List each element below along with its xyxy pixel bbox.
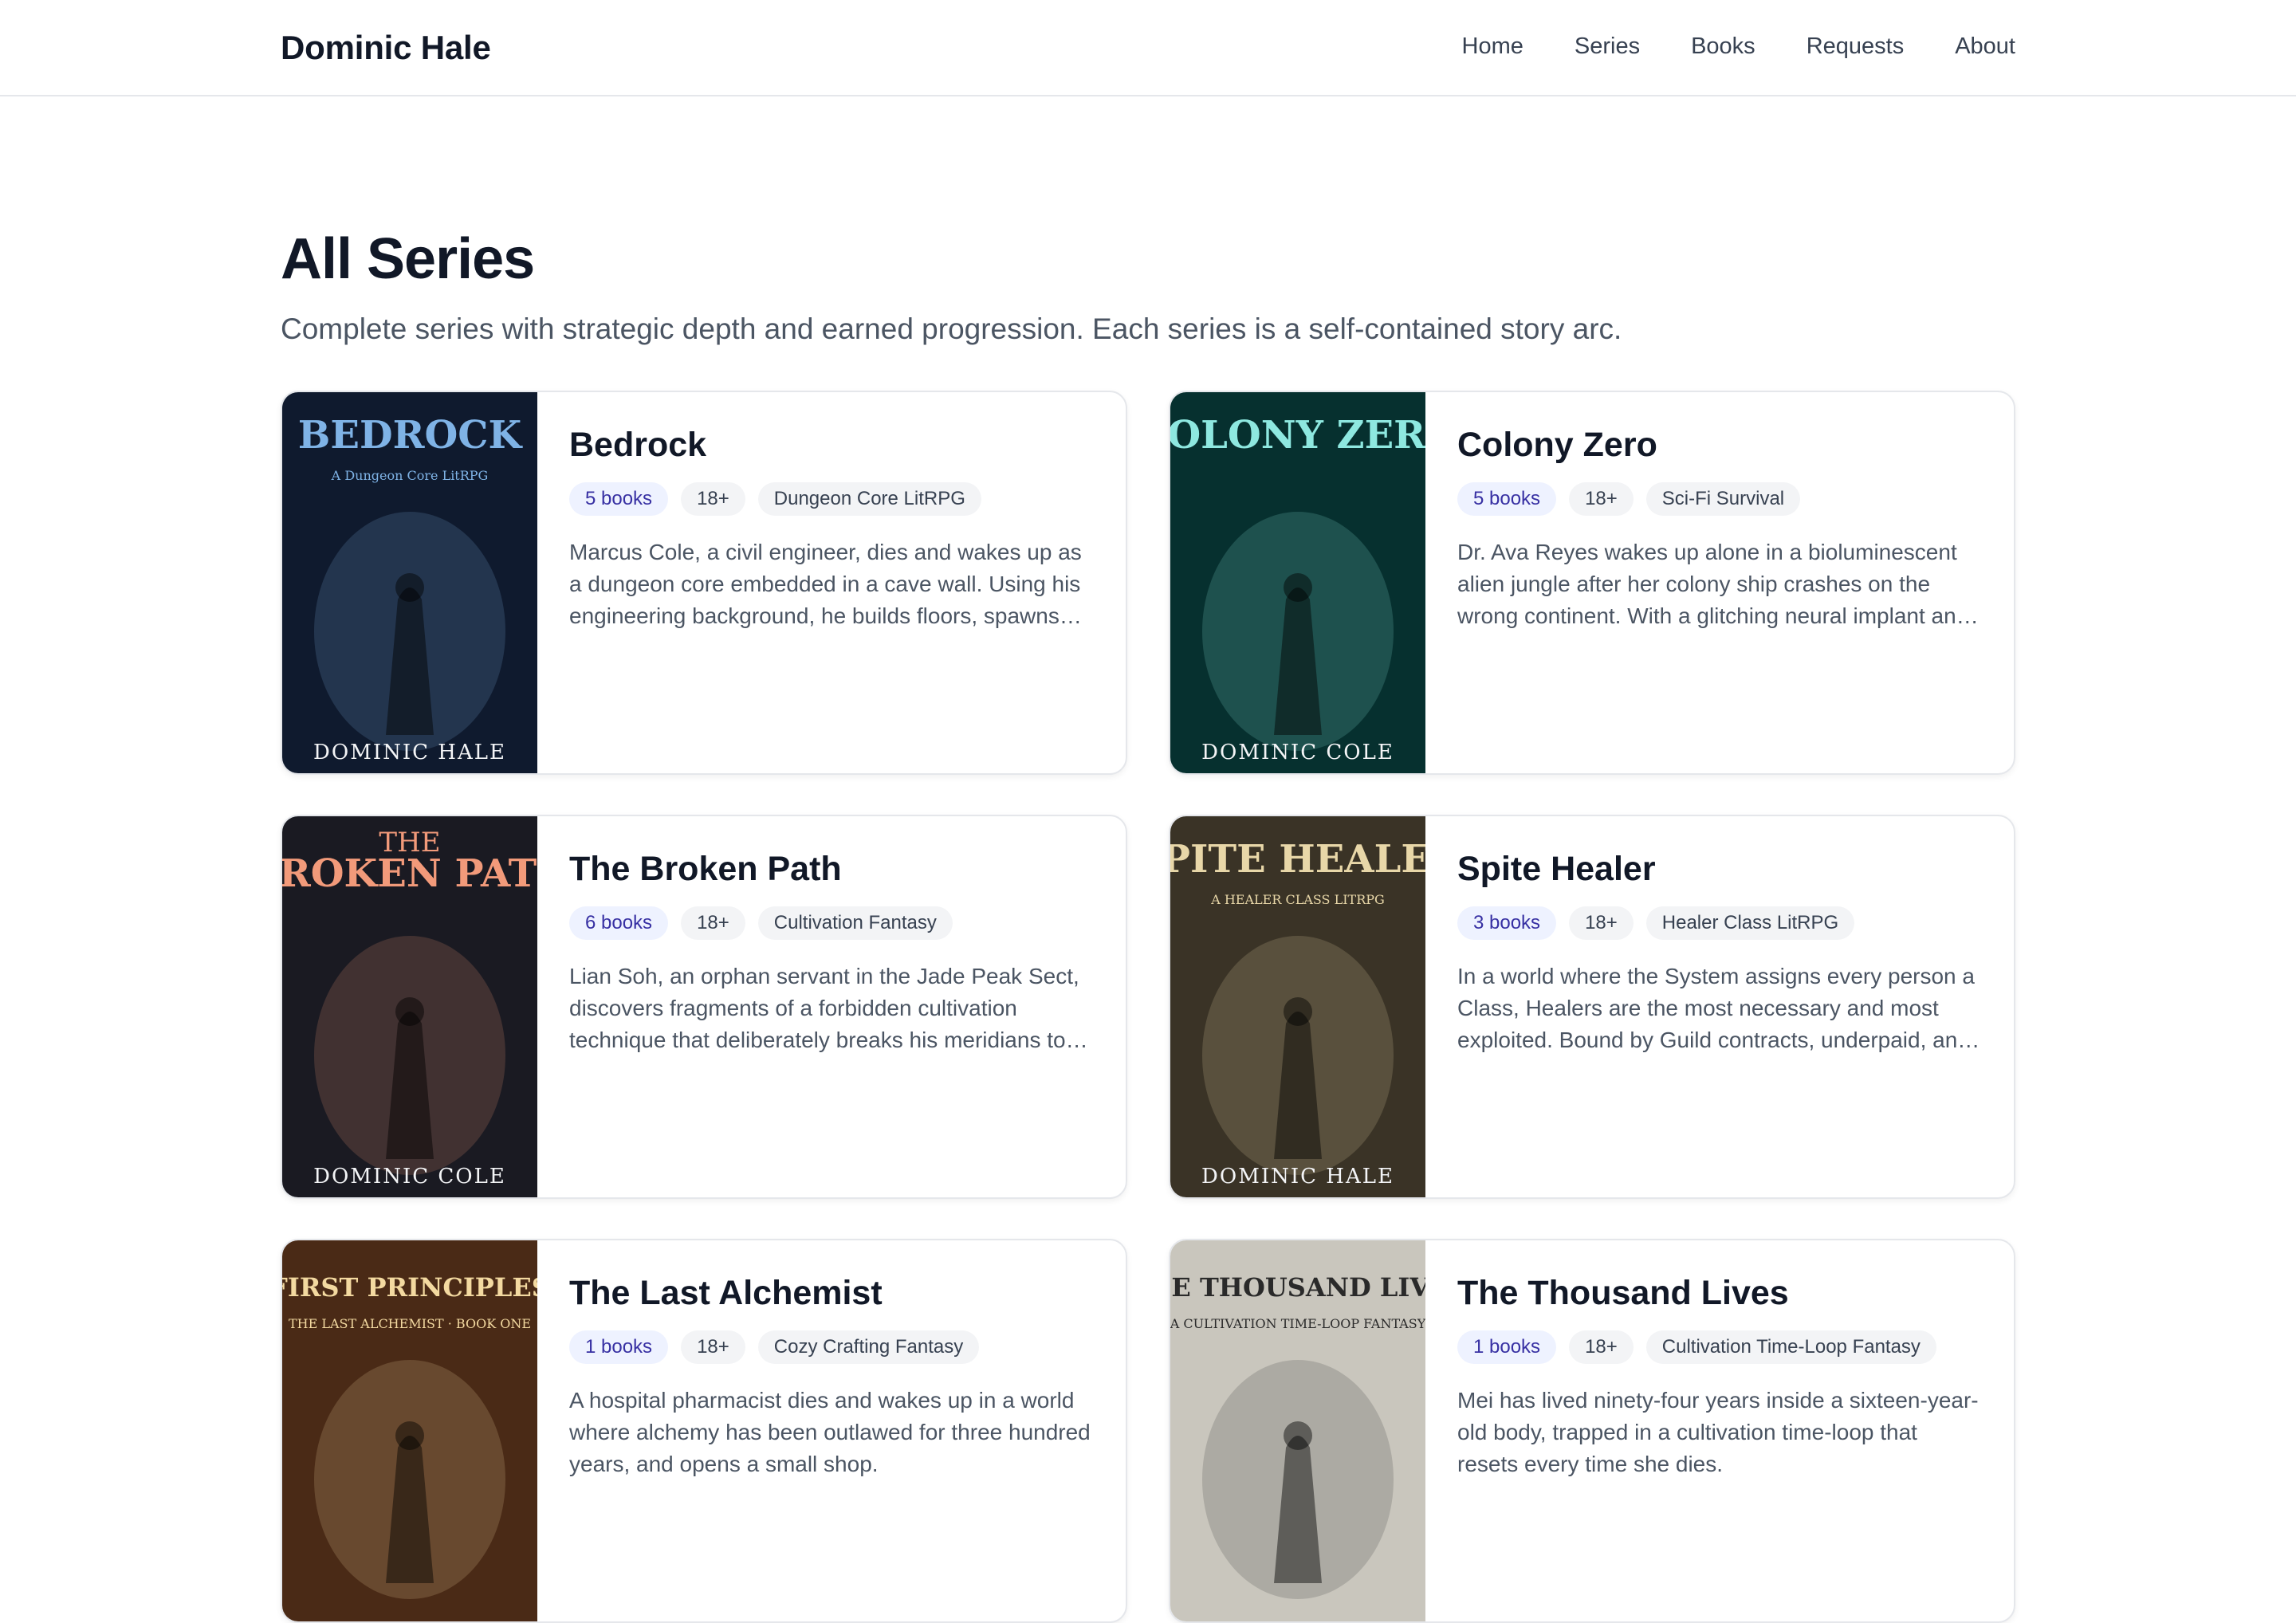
cover-subtitle: THE LAST ALCHEMIST · BOOK ONE — [289, 1316, 531, 1331]
series-card[interactable]: THEBROKEN PATHDOMINIC COLE The Broken Pa… — [281, 815, 1127, 1199]
genre-badge: Dungeon Core LitRPG — [757, 482, 981, 516]
series-grid: A Dungeon Core LitRPG BEDROCK DOMINIC HALE… — [281, 391, 2015, 1623]
nav-books[interactable]: Books — [1691, 33, 1755, 60]
cover-art: A Dungeon Core LitRPG BEDROCK DOMINIC HALE — [282, 392, 537, 773]
series-description: A hospital pharmacist dies and wakes up … — [569, 1388, 1091, 1476]
nav-requests[interactable]: Requests — [1807, 33, 1905, 60]
series-description: Mei has lived ninety-four years inside a… — [1457, 1388, 1979, 1476]
series-tags: 1 books 18+ Cozy Crafting Fantasy — [569, 1330, 1094, 1364]
nav-home[interactable]: Home — [1462, 33, 1523, 60]
series-cover: A HEALER CLASS LITRPG SPITE HEALER DOMINIC… — [1170, 816, 1425, 1197]
genre-badge: Cozy Crafting Fantasy — [757, 1330, 980, 1364]
series-card[interactable]: A Dungeon Core LitRPG BEDROCK DOMINIC HALE… — [281, 391, 1127, 775]
series-card-body: Spite Healer 3 books 18+ Healer Class Li… — [1425, 816, 2014, 1197]
cover-art: THEBROKEN PATHDOMINIC COLE — [282, 816, 537, 1197]
series-card[interactable]: THE LAST ALCHEMIST · BOOK ONE FIRST PRINC… — [281, 1239, 1127, 1623]
cover-figure-head — [1284, 1421, 1312, 1450]
site-header: Dominic Hale Home Series Books Requests … — [0, 0, 2296, 96]
nav-series[interactable]: Series — [1575, 33, 1640, 60]
series-title[interactable]: The Last Alchemist — [569, 1274, 1094, 1313]
book-count-badge: 5 books — [569, 482, 669, 516]
series-card[interactable]: A CULTIVATION TIME-LOOP FANTASY THE THOUS… — [1169, 1239, 2015, 1623]
age-rating-badge: 18+ — [681, 906, 745, 940]
cover-title: FIRST PRINCIPLES — [282, 1272, 537, 1303]
cover-art: THE LAST ALCHEMIST · BOOK ONE FIRST PRINC… — [282, 1240, 537, 1621]
age-rating-badge: 18+ — [1569, 1330, 1634, 1364]
cover-art: A HEALER CLASS LITRPG SPITE HEALER DOMINIC… — [1170, 816, 1425, 1197]
site-brand[interactable]: Dominic Hale — [281, 29, 491, 67]
series-title[interactable]: The Broken Path — [569, 850, 1094, 889]
genre-badge: Healer Class LitRPG — [1645, 906, 1855, 940]
book-count-badge: 6 books — [569, 906, 669, 940]
series-tags: 6 books 18+ Cultivation Fantasy — [569, 906, 1094, 940]
cover-art: A CULTIVATION TIME-LOOP FANTASY THE THOUS… — [1170, 1240, 1425, 1621]
series-description: Marcus Cole, a civil engineer, dies and … — [569, 540, 1082, 628]
series-card[interactable]: COLONY ZERO DOMINIC COLE Colony Zero 5 bo… — [1169, 391, 2015, 775]
series-card-body: The Last Alchemist 1 books 18+ Cozy Craf… — [537, 1240, 1126, 1621]
series-title[interactable]: The Thousand Lives — [1457, 1274, 1982, 1313]
book-count-badge: 1 books — [569, 1330, 669, 1364]
page-subtitle: Complete series with strategic depth and… — [281, 312, 1622, 345]
series-title[interactable]: Colony Zero — [1457, 426, 1982, 465]
cover-figure-head — [395, 1421, 424, 1450]
cover-subtitle: A HEALER CLASS LITRPG — [1210, 892, 1385, 907]
book-count-badge: 3 books — [1457, 906, 1557, 940]
series-title[interactable]: Spite Healer — [1457, 850, 1982, 889]
age-rating-badge: 18+ — [681, 482, 745, 516]
age-rating-badge: 18+ — [681, 1330, 745, 1364]
nav-about[interactable]: About — [1955, 33, 2015, 60]
series-tags: 1 books 18+ Cultivation Time-Loop Fantas… — [1457, 1330, 1982, 1364]
cover-title: BROKEN PATH — [282, 851, 537, 896]
series-card[interactable]: A HEALER CLASS LITRPG SPITE HEALER DOMINIC… — [1169, 815, 2015, 1199]
cover-title: BEDROCK — [298, 413, 524, 458]
cover-title: THE THOUSAND LIVES — [1170, 1272, 1425, 1303]
page-title: All Series — [281, 227, 535, 291]
cover-subtitle: A CULTIVATION TIME-LOOP FANTASY — [1170, 1316, 1425, 1331]
age-rating-badge: 18+ — [1569, 906, 1634, 940]
series-card-body: The Broken Path 6 books 18+ Cultivation … — [537, 816, 1126, 1197]
cover-author: DOMINIC HALE — [1201, 1165, 1394, 1189]
series-card-body: Colony Zero 5 books 18+ Sci-Fi Survival … — [1425, 392, 2014, 773]
series-description: Dr. Ava Reyes wakes up alone in a biolum… — [1457, 540, 1969, 628]
genre-badge: Cultivation Time-Loop Fantasy — [1645, 1330, 1936, 1364]
cover-figure-head — [1284, 573, 1312, 602]
series-tags: 3 books 18+ Healer Class LitRPG — [1457, 906, 1982, 940]
cover-title: COLONY ZERO — [1170, 413, 1425, 458]
series-tags: 5 books 18+ Sci-Fi Survival — [1457, 482, 1982, 516]
series-tags: 5 books 18+ Dungeon Core LitRPG — [569, 482, 1094, 516]
series-cover: A CULTIVATION TIME-LOOP FANTASY THE THOUS… — [1170, 1240, 1425, 1621]
series-title[interactable]: Bedrock — [569, 426, 1094, 465]
age-rating-badge: 18+ — [1569, 482, 1634, 516]
series-description: In a world where the System assigns ever… — [1457, 964, 1975, 1052]
series-description: Lian Soh, an orphan servant in the Jade … — [569, 964, 1079, 1052]
cover-subtitle: A Dungeon Core LitRPG — [331, 468, 489, 483]
cover-figure-head — [1284, 997, 1312, 1026]
series-card-body: The Thousand Lives 1 books 18+ Cultivati… — [1425, 1240, 2014, 1621]
cover-author: DOMINIC HALE — [313, 741, 506, 764]
genre-badge: Cultivation Fantasy — [757, 906, 953, 940]
series-cover: THEBROKEN PATHDOMINIC COLE — [282, 816, 537, 1197]
cover-art: COLONY ZERO DOMINIC COLE — [1170, 392, 1425, 773]
book-count-badge: 1 books — [1457, 1330, 1557, 1364]
genre-badge: Sci-Fi Survival — [1645, 482, 1801, 516]
series-card-body: Bedrock 5 books 18+ Dungeon Core LitRPG … — [537, 392, 1126, 773]
cover-author: DOMINIC COLE — [1201, 741, 1394, 764]
cover-author: DOMINIC COLE — [313, 1165, 506, 1189]
main-nav: Home Series Books Requests About — [1462, 33, 2015, 60]
cover-figure-head — [395, 997, 424, 1026]
book-count-badge: 5 books — [1457, 482, 1557, 516]
series-cover: COLONY ZERO DOMINIC COLE — [1170, 392, 1425, 773]
cover-title: SPITE HEALER — [1170, 837, 1425, 882]
series-cover: THE LAST ALCHEMIST · BOOK ONE FIRST PRINC… — [282, 1240, 537, 1621]
cover-figure-head — [395, 573, 424, 602]
series-cover: A Dungeon Core LitRPG BEDROCK DOMINIC HALE — [282, 392, 537, 773]
